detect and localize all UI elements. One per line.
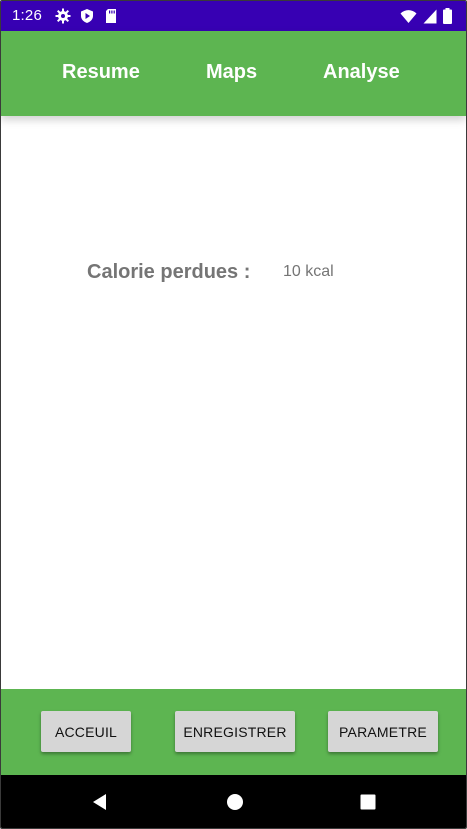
status-time: 1:26 xyxy=(12,7,42,24)
acceuil-button[interactable]: ACCEUIL xyxy=(41,711,131,752)
battery-icon xyxy=(443,8,452,29)
play-shield-icon xyxy=(79,8,95,24)
sd-card-icon xyxy=(103,8,119,24)
status-bar: 1:26 xyxy=(1,1,466,31)
app-frame: 1:26 Resume Maps Analyse Calorie perdues… xyxy=(0,0,467,829)
tab-resume[interactable]: Resume xyxy=(62,61,140,84)
system-nav-bar xyxy=(1,775,466,828)
home-icon[interactable] xyxy=(225,792,245,812)
tab-analyse[interactable]: Analyse xyxy=(323,61,400,84)
calorie-label: Calorie perdues : xyxy=(87,261,251,283)
signal-icon xyxy=(423,9,437,29)
tab-maps[interactable]: Maps xyxy=(206,61,257,84)
bottom-toolbar: ACCEUIL ENREGISTRER PARAMETRE xyxy=(1,689,466,775)
status-icons-right xyxy=(400,8,452,29)
enregistrer-button[interactable]: ENREGISTRER xyxy=(175,711,295,752)
gear-icon xyxy=(55,8,71,24)
back-icon[interactable] xyxy=(90,792,110,812)
parametre-button[interactable]: PARAMETRE xyxy=(328,711,438,752)
recents-icon[interactable] xyxy=(358,792,378,812)
top-tab-bar: Resume Maps Analyse xyxy=(1,31,466,116)
wifi-icon xyxy=(400,9,417,29)
calorie-value: 10 kcal xyxy=(283,263,334,280)
status-icons-left xyxy=(55,8,119,24)
